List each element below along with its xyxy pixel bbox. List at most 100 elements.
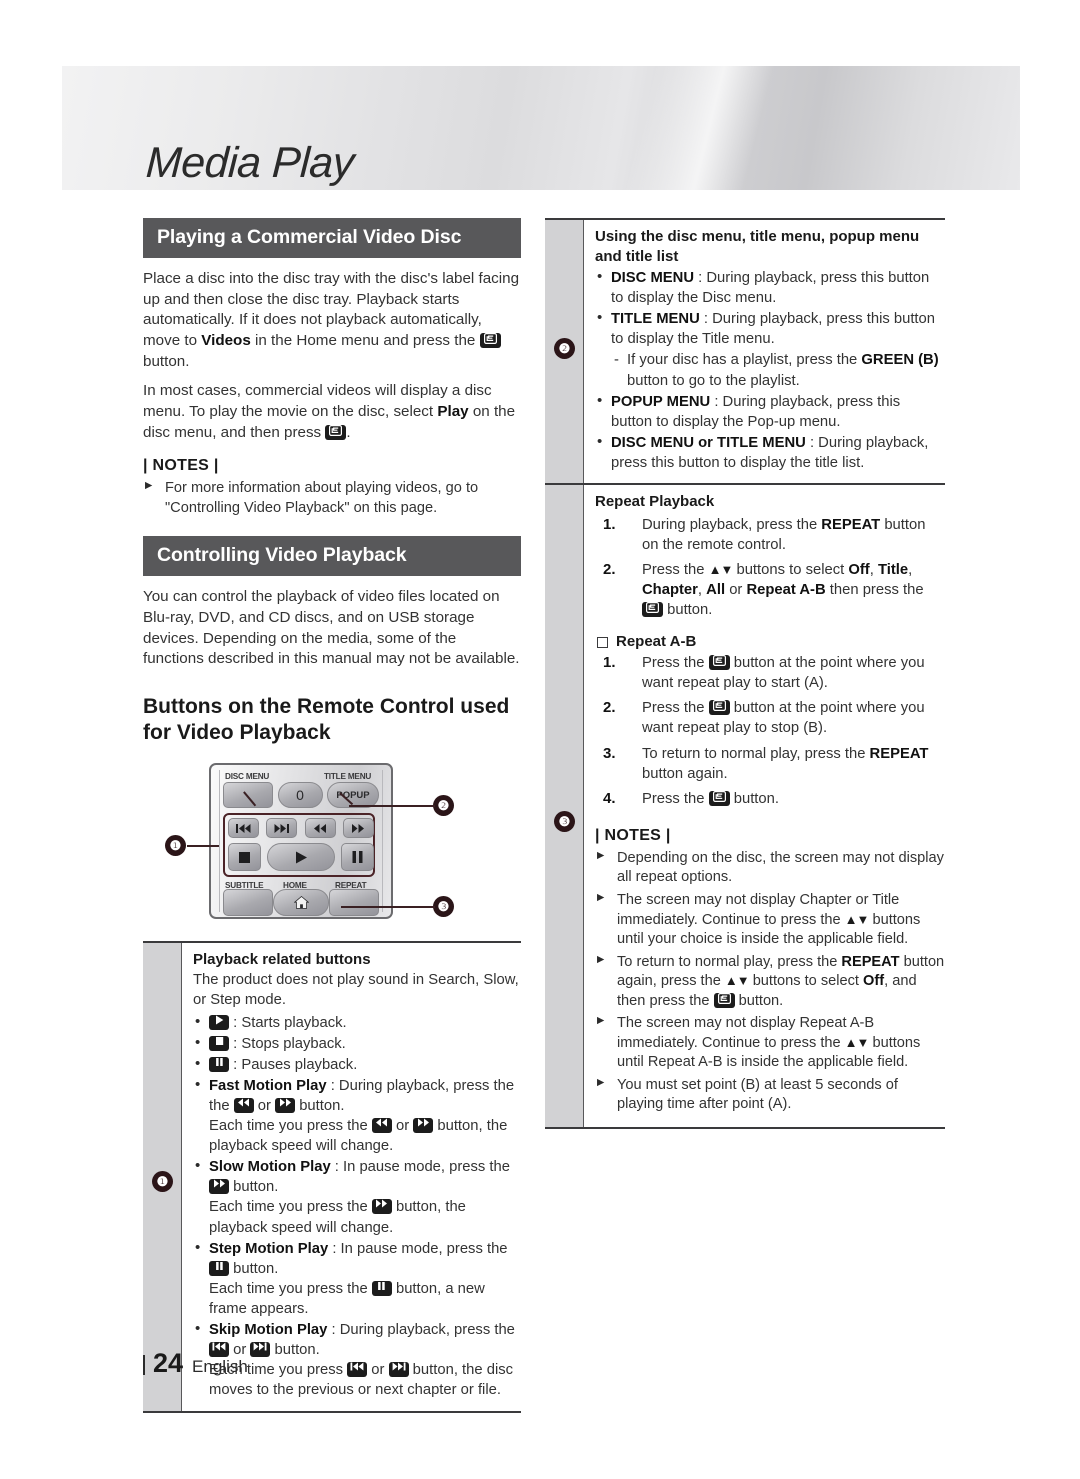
- subtitle-button[interactable]: [223, 889, 273, 917]
- text-run: Each time you press the: [209, 1199, 372, 1216]
- text-run: button again.: [642, 765, 728, 782]
- callout-badge-3: ❸: [554, 810, 575, 832]
- play-button[interactable]: [267, 843, 335, 872]
- home-button[interactable]: [273, 889, 329, 917]
- right-column: ❷ Using the disc menu, title menu, popup…: [545, 218, 945, 1130]
- play-icon: [209, 1014, 229, 1030]
- up-down-arrows-icon: ▲▼: [844, 1034, 870, 1050]
- up-down-arrows-icon: ▲▼: [724, 973, 750, 989]
- pause-icon: [209, 1260, 229, 1276]
- text-run: : Pauses playback.: [229, 1056, 358, 1073]
- skip-backward-button[interactable]: [228, 818, 259, 839]
- text-run: button to go to the playlist.: [627, 372, 800, 389]
- notes-list: Depending on the disc, the screen may no…: [595, 849, 945, 1115]
- list-item-play: : Starts playback.: [193, 1011, 521, 1033]
- list-item-disc-or-title-menu: DISC MENU or TITLE MENU : During playbac…: [595, 432, 945, 473]
- label-fast-motion-play: Fast Motion Play: [209, 1077, 327, 1094]
- callout-band-1: ❶: [143, 943, 182, 1411]
- callout-leader-3: [341, 906, 435, 908]
- enter-button-icon: [708, 700, 730, 716]
- step-item: Press the button.: [595, 789, 945, 810]
- skip-forward-button[interactable]: [266, 818, 298, 839]
- callout-band-3a: [545, 485, 584, 823]
- zero-button[interactable]: 0: [277, 782, 323, 809]
- fast-forward-icon: [413, 1118, 434, 1134]
- text-run: : During playback, press the: [327, 1322, 515, 1339]
- block-content: Repeat Playback During playback, press t…: [584, 485, 945, 823]
- callout-leader-2: [349, 805, 435, 807]
- list-item-pause: : Pauses playback.: [193, 1054, 521, 1075]
- callout-marker-3: ❸: [433, 896, 454, 918]
- fast-forward-icon: [209, 1179, 229, 1195]
- enter-button-icon: [713, 992, 735, 1008]
- section-heading-playing-commercial-video-disc: Playing a Commercial Video Disc: [143, 218, 521, 258]
- note-item: The screen may not display Chapter or Ti…: [595, 891, 945, 950]
- step-item: Press the ▲▼ buttons to select Off, Titl…: [595, 560, 945, 620]
- heading-repeat-ab: Repeat A-B: [595, 633, 945, 650]
- page-number: 24: [153, 1348, 184, 1378]
- heading-using-menus: Using the disc menu, title menu, popup m…: [595, 228, 920, 265]
- text-run: To return to normal play, press the: [642, 745, 870, 762]
- label-disc-or-title-menu: DISC MENU or TITLE MENU: [611, 434, 806, 451]
- fast-forward-button[interactable]: [342, 818, 374, 839]
- callout-badge-1: ❶: [152, 1171, 173, 1193]
- callout-marker-1: ❶: [165, 835, 186, 857]
- left-column: Playing a Commercial Video Disc Place a …: [143, 218, 521, 1413]
- paragraph-place-a-disc: Place a disc into the disc tray with the…: [143, 269, 521, 372]
- label-step-motion-play: Step Motion Play: [209, 1240, 329, 1257]
- text-run: : During playback, press the: [326, 1077, 515, 1094]
- fast-rewind-button[interactable]: [304, 818, 336, 839]
- step-item: Press the button at the point where you …: [595, 653, 945, 693]
- rewind-icon: [233, 1097, 254, 1113]
- text-run: During playback, press the: [642, 516, 822, 533]
- list-item-stop: : Stops playback.: [193, 1033, 521, 1054]
- enter-button-icon: [642, 602, 663, 618]
- text-run: the: [209, 1097, 234, 1114]
- enter-button-icon: [708, 655, 730, 671]
- fast-forward-icon: [371, 1199, 392, 1215]
- list-item-slow-motion-play: Slow Motion Play : In pause mode, press …: [193, 1156, 521, 1237]
- heading-playback-related-buttons: Playback related buttons: [193, 951, 371, 969]
- heading-repeat-playback: Repeat Playback: [595, 493, 715, 511]
- text-run: or: [391, 1118, 414, 1135]
- text-run: The screen may not display Repeat A-B im…: [617, 1015, 875, 1051]
- page-title: Media Play: [144, 139, 356, 187]
- text-run: button.: [663, 602, 713, 619]
- text-run: or: [253, 1097, 276, 1114]
- text-run: Press the: [642, 700, 709, 717]
- up-down-arrows-icon: ▲▼: [708, 561, 734, 577]
- rewind-icon: [371, 1118, 392, 1134]
- text-run: button.: [734, 992, 784, 1009]
- option-title: Title: [877, 561, 909, 578]
- stop-button[interactable]: [228, 843, 261, 872]
- page-footer: 24 English: [143, 1348, 248, 1379]
- list-item-popup-menu: POPUP MENU : During playback, press this…: [595, 391, 945, 432]
- pause-icon: [209, 1056, 229, 1072]
- block-content: Playback related buttons The product doe…: [182, 943, 521, 1410]
- paragraph-in-most-cases: In most cases, commercial videos will di…: [143, 381, 521, 443]
- block-content: | NOTES | Depending on the disc, the scr…: [584, 823, 945, 1127]
- emphasis-green-b: GREEN (B): [861, 352, 939, 369]
- callout-leader-1: [187, 845, 219, 847]
- note-item: Depending on the disc, the screen may no…: [595, 849, 945, 888]
- label-title-menu: TITLE MENU: [324, 772, 372, 782]
- label-disc-menu: DISC MENU: [611, 270, 695, 286]
- repeat-button[interactable]: [329, 889, 379, 917]
- text-run: or: [367, 1362, 389, 1379]
- text-run: Press the: [642, 561, 709, 578]
- text-product-no-sound: The product does not play sound in Searc…: [193, 971, 519, 1008]
- list-item-step-motion-play: Step Motion Play : In pause mode, press …: [193, 1238, 521, 1319]
- remote-control-illustration: DISC MENU TITLE MENU 0 POPUP SUBTITLE HO…: [143, 759, 521, 937]
- note-item: You must set point (B) at least 5 second…: [595, 1076, 945, 1115]
- remote-playback-row: [228, 843, 374, 872]
- list-item-fast-motion-play: Fast Motion Play : During playback, pres…: [193, 1075, 521, 1156]
- pause-button[interactable]: [341, 843, 374, 872]
- fast-forward-icon: [275, 1097, 296, 1113]
- skip-backward-icon: [347, 1362, 368, 1378]
- text-run: : Starts playback.: [229, 1014, 347, 1031]
- text-run: button.: [295, 1097, 345, 1114]
- option-chapter: Chapter: [642, 581, 698, 598]
- text-run: buttons to select: [748, 973, 864, 990]
- callout-band-2: ❷: [545, 220, 584, 484]
- step-item: During playback, press the REPEAT button…: [595, 515, 945, 555]
